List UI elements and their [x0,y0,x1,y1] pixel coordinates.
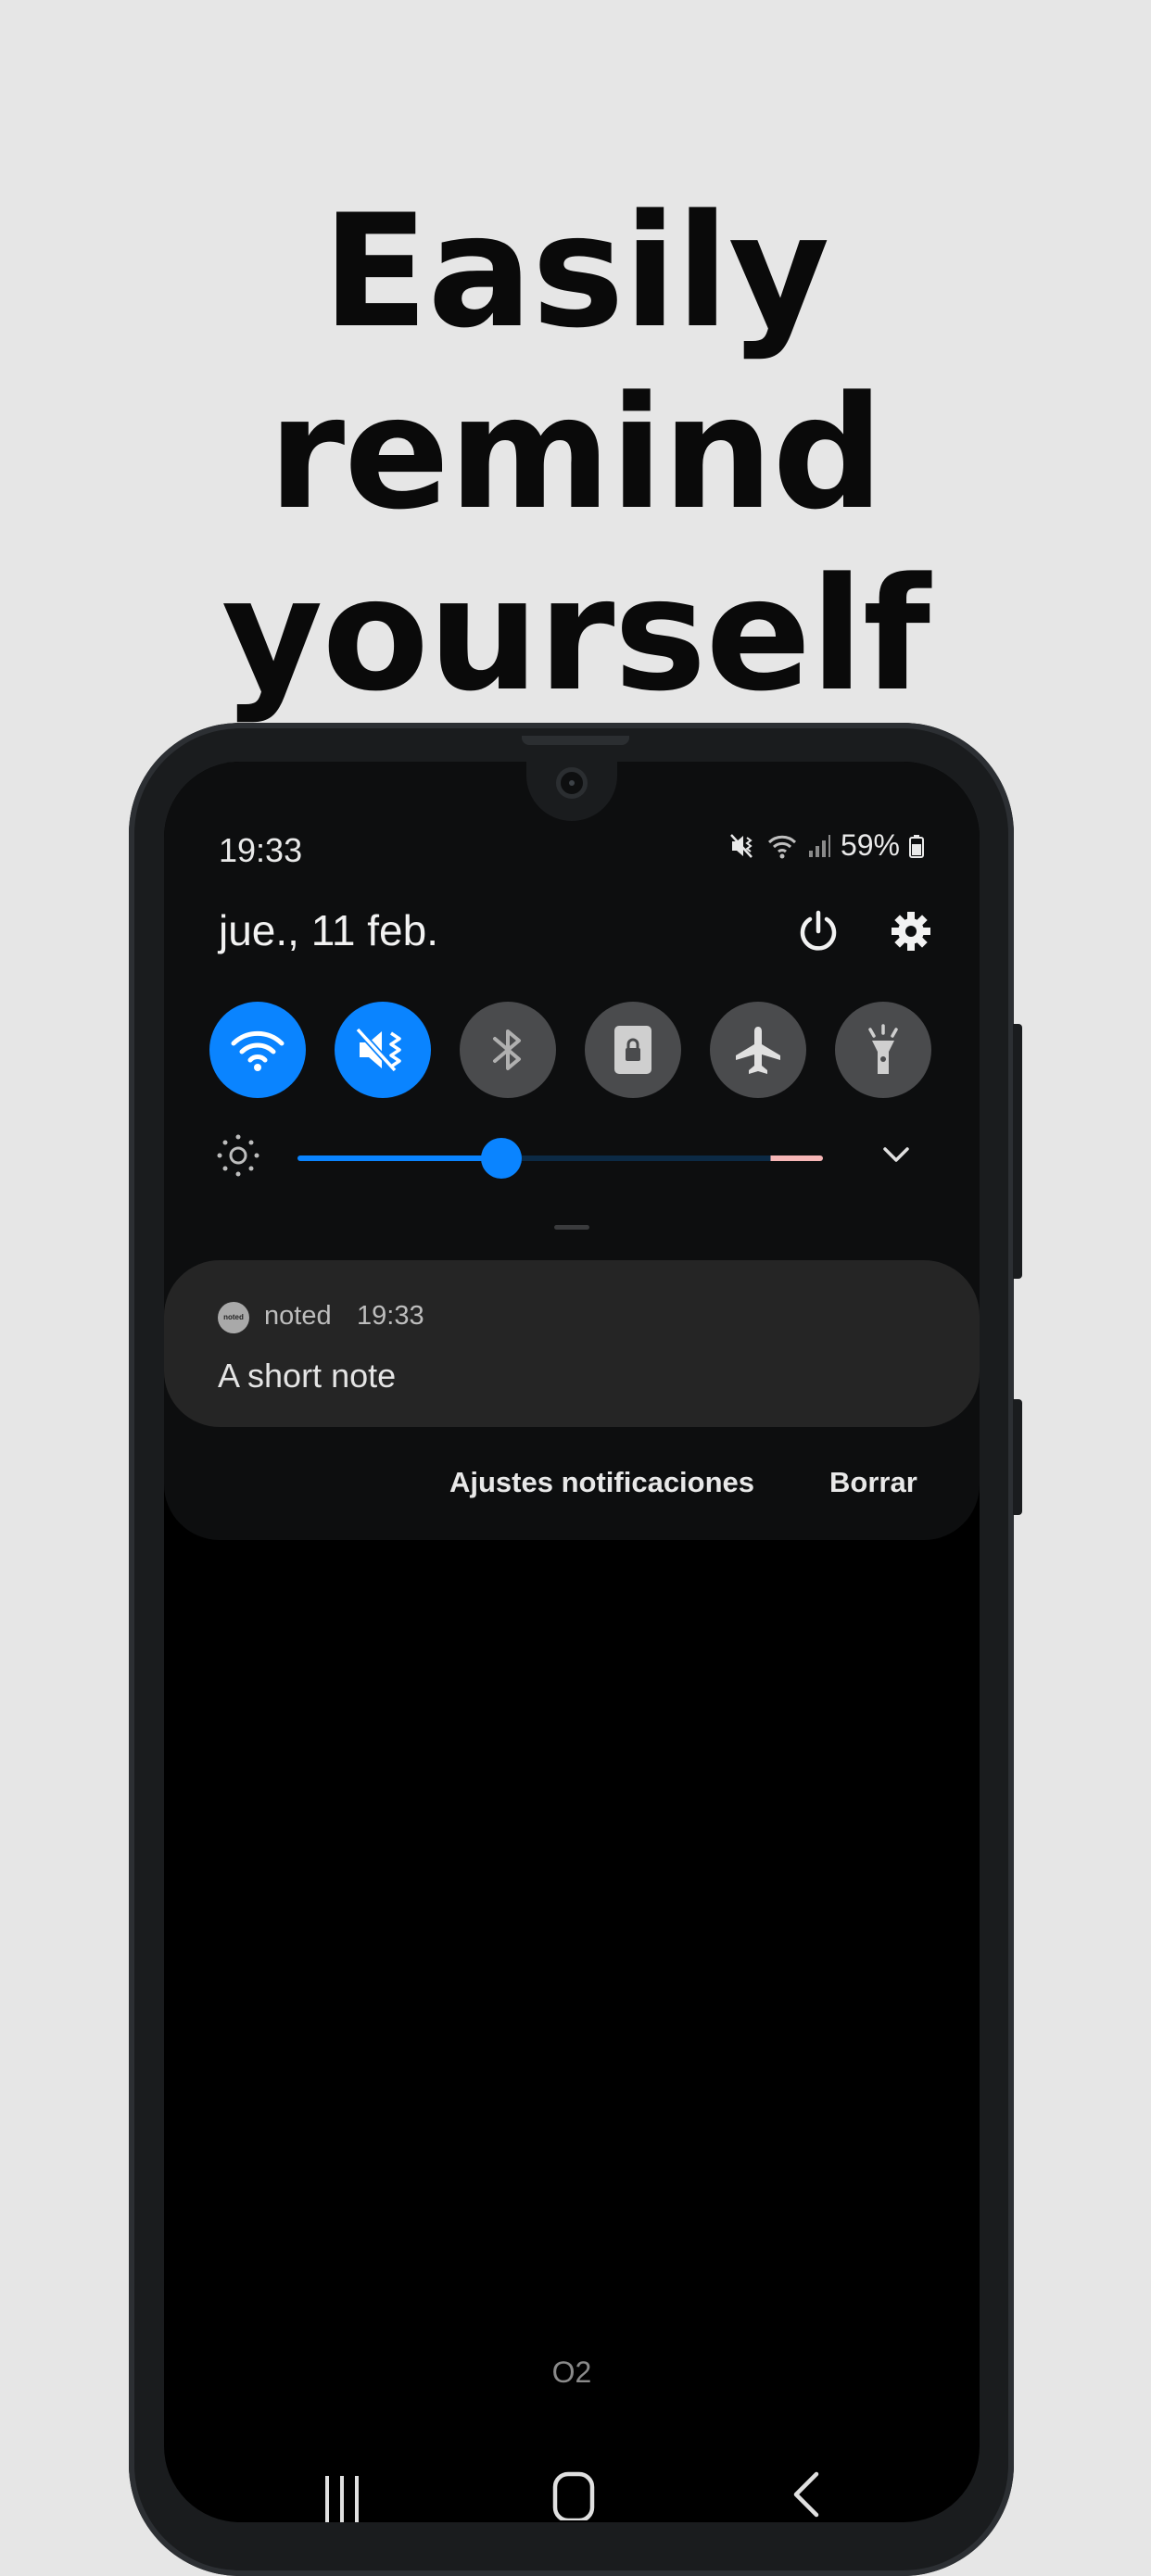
mute-status-icon [730,833,753,858]
power-side-button [1013,1399,1022,1515]
notification-settings-button[interactable]: Ajustes notificaciones [449,1466,754,1499]
chevron-down-icon[interactable] [880,1143,912,1166]
brightness-slider[interactable] [297,1155,823,1161]
noted-app-icon: noted [218,1302,249,1333]
headline-line-2: yourself [221,544,930,726]
battery-percent: 59% [840,828,900,862]
screen-lock-icon [614,1026,651,1074]
battery-icon [909,834,924,858]
panel-date: jue., 11 feb. [219,906,438,954]
tile-flashlight[interactable] [835,1002,931,1098]
brightness-icon [217,1134,259,1177]
power-icon[interactable] [795,908,841,954]
back-icon[interactable] [787,2469,824,2522]
navigation-bar [164,2448,980,2522]
gear-icon[interactable] [888,908,934,954]
tile-mute[interactable] [335,1002,431,1098]
home-icon[interactable] [551,2470,596,2520]
camera-notch [526,762,617,821]
status-time: 19:33 [219,831,303,869]
tile-wifi[interactable] [209,1002,306,1098]
clear-button[interactable]: Borrar [829,1466,917,1499]
wifi-icon [231,1030,285,1071]
notification-text: A short note [218,1357,397,1395]
quick-tiles [209,1002,932,1098]
panel-drag-handle[interactable] [554,1225,589,1230]
flashlight-icon [868,1024,898,1074]
mute-icon [356,1027,401,1073]
quick-settings-panel: 19:33 59% jue., 11 feb. noted noted 19:3… [164,762,980,1540]
tile-screen-lock[interactable] [585,1002,681,1098]
signal-status-icon [808,834,830,857]
phone-screen: 19:33 59% jue., 11 feb. noted noted 19:3… [164,762,980,2522]
tile-bluetooth[interactable] [460,1002,556,1098]
bluetooth-icon [493,1029,521,1070]
carrier-label: O2 [551,2355,592,2389]
tile-airplane[interactable] [710,1002,806,1098]
front-camera-icon [556,767,588,799]
headline-line-1: Easily remind [268,181,883,544]
headline: Easily remind yourself [0,181,1151,726]
airplane-icon [736,1027,780,1074]
brightness-slider-thumb[interactable] [481,1138,522,1179]
volume-button [1013,1024,1022,1279]
notification-card[interactable]: noted noted 19:33 A short note [164,1260,980,1427]
notification-app-name: noted [264,1301,332,1331]
recents-icon[interactable] [322,2472,362,2522]
earpiece-speaker [522,736,629,745]
wifi-status-icon [767,835,797,858]
status-icons: 59% [729,828,924,863]
notification-time: 19:33 [357,1301,424,1331]
